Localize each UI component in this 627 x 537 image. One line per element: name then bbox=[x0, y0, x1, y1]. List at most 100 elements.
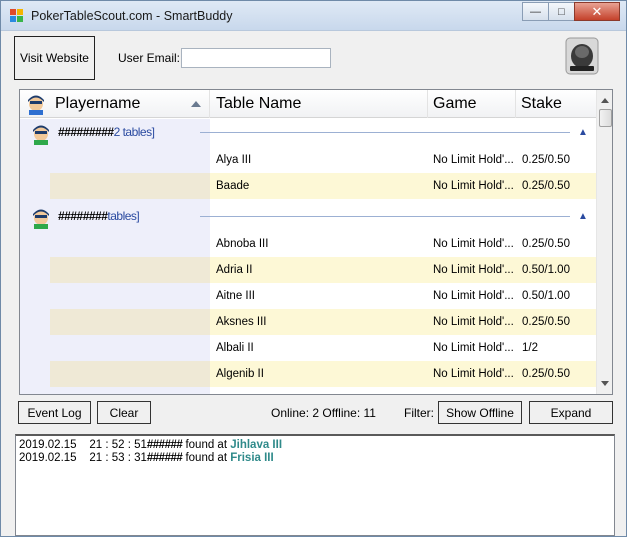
filter-label: Filter: bbox=[404, 406, 434, 420]
row-game: No Limit Hold'... bbox=[433, 342, 514, 354]
row-table-name: Algenib II bbox=[216, 368, 264, 380]
player-group-row[interactable]: #########2 tables] ▲ bbox=[20, 119, 596, 147]
table-row[interactable]: Aksnes III No Limit Hold'... 0.25/0.50 bbox=[50, 309, 596, 335]
row-game: No Limit Hold'... bbox=[433, 264, 514, 276]
event-log-button[interactable]: Event Log bbox=[18, 401, 91, 424]
player-name: ######## bbox=[58, 209, 108, 223]
sort-ascending-icon bbox=[191, 101, 201, 107]
player-name: ######### bbox=[58, 125, 114, 139]
expand-button[interactable]: Expand bbox=[529, 401, 613, 424]
row-player-cell bbox=[50, 147, 210, 173]
header-playername[interactable]: Playername bbox=[20, 90, 210, 118]
title-bar: PokerTableScout.com - SmartBuddy — □ ✕ bbox=[1, 1, 626, 31]
row-stake: 0.25/0.50 bbox=[522, 154, 570, 166]
user-email-input[interactable] bbox=[181, 48, 331, 68]
top-toolbar: Visit Website User Email: bbox=[9, 31, 620, 86]
scroll-down-icon[interactable] bbox=[601, 381, 609, 386]
log-time: 21 : 52 : 51 bbox=[89, 439, 147, 451]
row-player-cell bbox=[50, 231, 210, 257]
row-stake: 0.50/1.00 bbox=[522, 290, 570, 302]
row-game: No Limit Hold'... bbox=[433, 154, 514, 166]
row-player-cell bbox=[50, 173, 210, 199]
player-avatar-icon bbox=[33, 209, 49, 229]
row-player-cell bbox=[50, 283, 210, 309]
table-row[interactable]: Abnoba III No Limit Hold'... 0.25/0.50 bbox=[50, 231, 596, 257]
player-avatar-icon bbox=[28, 95, 44, 115]
row-stake: 0.25/0.50 bbox=[522, 180, 570, 192]
log-time: 21 : 53 : 31 bbox=[89, 452, 147, 464]
webcam-bot-icon[interactable] bbox=[564, 36, 600, 76]
grid-header: Playername Table Name Game Stake bbox=[20, 90, 596, 118]
visit-website-button[interactable]: Visit Website bbox=[14, 36, 95, 80]
header-game[interactable]: Game bbox=[428, 90, 516, 118]
player-group-label: ########tables] bbox=[58, 209, 140, 223]
app-window: PokerTableScout.com - SmartBuddy — □ ✕ V… bbox=[0, 0, 627, 537]
log-text: found at bbox=[182, 452, 231, 464]
row-player-cell bbox=[50, 257, 210, 283]
log-entry: 2019.02.15 21 : 53 : 31###### found at F… bbox=[19, 452, 274, 464]
window-controls: — □ ✕ bbox=[522, 2, 620, 22]
row-table-name: Aksnes III bbox=[216, 316, 267, 328]
show-offline-button[interactable]: Show Offline bbox=[438, 401, 522, 424]
row-stake: 0.25/0.50 bbox=[522, 316, 570, 328]
row-table-name: Abnoba III bbox=[216, 238, 269, 250]
header-game-label: Game bbox=[433, 95, 477, 112]
row-table-name: Albali II bbox=[216, 342, 254, 354]
collapse-chevron-icon[interactable]: ▲ bbox=[578, 127, 588, 138]
table-count: 2 tables] bbox=[113, 125, 155, 139]
row-game: No Limit Hold'... bbox=[433, 316, 514, 328]
player-group-label: #########2 tables] bbox=[58, 125, 155, 139]
log-text: found at bbox=[182, 439, 231, 451]
log-location: Frisia III bbox=[230, 452, 274, 464]
log-date: 2019.02.15 bbox=[19, 452, 77, 464]
row-player-cell bbox=[50, 361, 210, 387]
header-stake[interactable]: Stake bbox=[516, 90, 596, 118]
log-player-name: ###### bbox=[146, 452, 183, 464]
header-stake-label: Stake bbox=[521, 95, 562, 112]
user-email-label: User Email: bbox=[118, 51, 181, 65]
scroll-thumb[interactable] bbox=[599, 109, 612, 127]
grid-vertical-scrollbar[interactable] bbox=[596, 90, 612, 394]
row-game: No Limit Hold'... bbox=[433, 238, 514, 250]
row-stake: 0.25/0.50 bbox=[522, 238, 570, 250]
maximize-button[interactable]: □ bbox=[548, 2, 575, 21]
row-player-cell bbox=[50, 309, 210, 335]
table-row[interactable]: Aitne III No Limit Hold'... 0.50/1.00 bbox=[50, 283, 596, 309]
row-game: No Limit Hold'... bbox=[433, 290, 514, 302]
row-game: No Limit Hold'... bbox=[433, 368, 514, 380]
row-game: No Limit Hold'... bbox=[433, 180, 514, 192]
window-title: PokerTableScout.com - SmartBuddy bbox=[31, 9, 233, 23]
table-row[interactable]: Alya III No Limit Hold'... 0.25/0.50 bbox=[50, 147, 596, 173]
close-button[interactable]: ✕ bbox=[574, 2, 620, 21]
event-log-panel[interactable]: 2019.02.15 21 : 52 : 51###### found at J… bbox=[15, 434, 615, 536]
row-table-name: Aitne III bbox=[216, 290, 255, 302]
grid-body: #########2 tables] ▲ Alya III No Limit Hold… bbox=[20, 119, 596, 394]
table-row[interactable]: Albali II No Limit Hold'... 1/2 bbox=[50, 335, 596, 361]
table-row[interactable]: Algenib II No Limit Hold'... 0.25/0.50 bbox=[50, 361, 596, 387]
log-location: Jihlava III bbox=[230, 439, 283, 451]
row-stake: 1/2 bbox=[522, 342, 538, 354]
group-divider bbox=[200, 132, 570, 133]
player-avatar-icon bbox=[33, 125, 49, 145]
row-table-name: Alya III bbox=[216, 154, 252, 166]
row-table-name: Baade bbox=[216, 180, 250, 192]
app-icon bbox=[10, 9, 24, 23]
table-row[interactable]: Baade No Limit Hold'... 0.25/0.50 bbox=[50, 173, 596, 199]
row-stake: 0.50/1.00 bbox=[522, 264, 570, 276]
group-divider bbox=[200, 216, 570, 217]
online-status: Online: 2 Offline: 11 bbox=[271, 406, 376, 420]
log-player-name: ###### bbox=[146, 439, 183, 451]
player-group-row[interactable]: ########tables] ▲ bbox=[20, 203, 596, 231]
header-table-name-label: Table Name bbox=[216, 95, 302, 112]
scroll-up-icon[interactable] bbox=[601, 98, 609, 103]
table-count: tables] bbox=[107, 209, 140, 223]
row-stake: 0.25/0.50 bbox=[522, 368, 570, 380]
log-date: 2019.02.15 bbox=[19, 439, 77, 451]
table-row[interactable]: Adria II No Limit Hold'... 0.50/1.00 bbox=[50, 257, 596, 283]
collapse-chevron-icon[interactable]: ▲ bbox=[578, 211, 588, 222]
clear-button[interactable]: Clear bbox=[97, 401, 151, 424]
minimize-button[interactable]: — bbox=[522, 2, 549, 21]
player-table-grid[interactable]: Playername Table Name Game Stake #######… bbox=[19, 89, 613, 395]
header-table-name[interactable]: Table Name bbox=[210, 90, 428, 118]
row-player-cell bbox=[50, 335, 210, 361]
